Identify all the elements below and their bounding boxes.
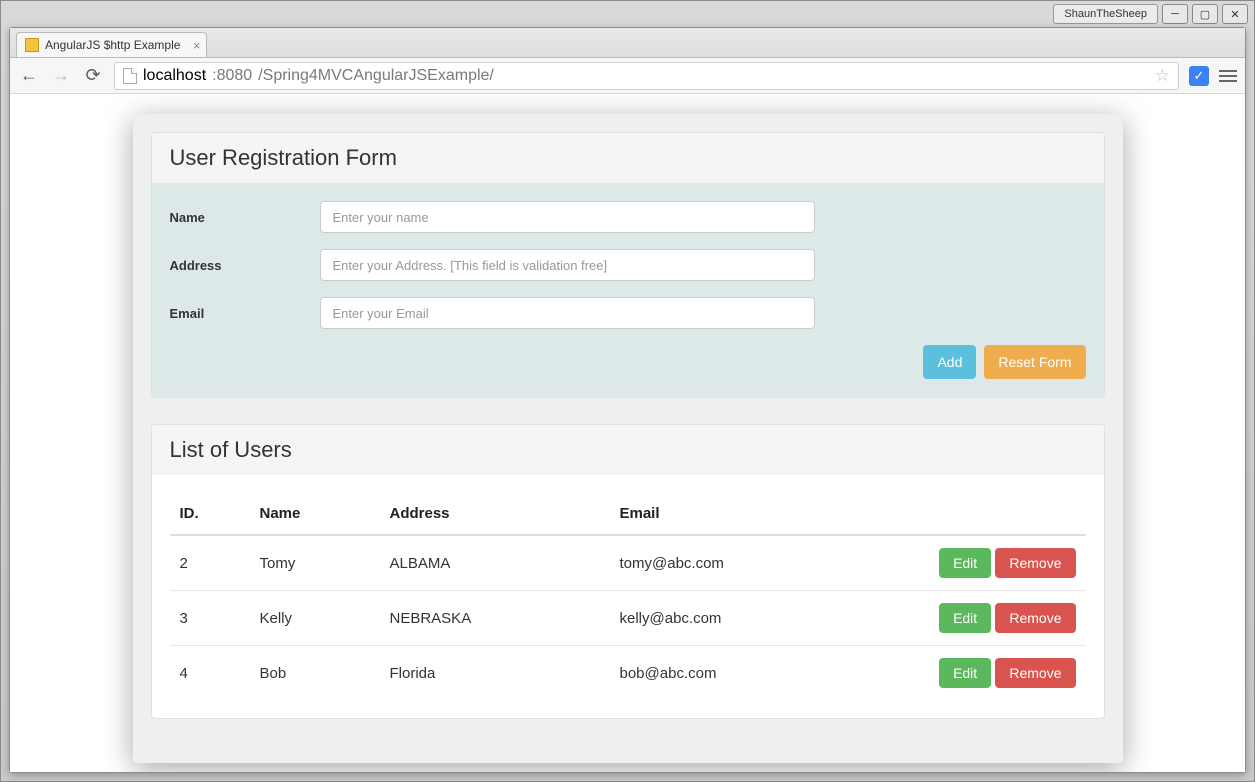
os-window: ShaunTheSheep ─ ▢ ✕ AngularJS $http Exam… xyxy=(0,0,1255,782)
edit-button[interactable]: Edit xyxy=(939,658,991,688)
email-label: Email xyxy=(170,306,320,321)
close-tab-icon[interactable]: × xyxy=(193,38,201,53)
close-window-button[interactable]: ✕ xyxy=(1222,4,1248,24)
cell-name: Tomy xyxy=(250,535,380,591)
page-viewport: User Registration Form Name Address Emai… xyxy=(10,94,1245,772)
url-port: :8080 xyxy=(212,67,252,85)
table-row: 4BobFloridabob@abc.comEdit Remove xyxy=(170,646,1086,701)
form-row-name: Name xyxy=(170,201,1086,233)
table-row: 2TomyALBAMAtomy@abc.comEdit Remove xyxy=(170,535,1086,591)
cell-address: Florida xyxy=(380,646,610,701)
email-input[interactable] xyxy=(320,297,815,329)
browser-window: AngularJS $http Example × ← → ⟳ localhos… xyxy=(9,27,1246,773)
tab-title: AngularJS $http Example xyxy=(45,38,180,52)
remove-button[interactable]: Remove xyxy=(995,603,1075,633)
maximize-button[interactable]: ▢ xyxy=(1192,4,1218,24)
cell-id: 3 xyxy=(170,591,250,646)
page-container: User Registration Form Name Address Emai… xyxy=(133,114,1123,763)
cell-email: bob@abc.com xyxy=(610,646,906,701)
toolbar: ← → ⟳ localhost :8080/Spring4MVCAngularJS… xyxy=(10,58,1245,94)
cell-actions: Edit Remove xyxy=(906,591,1086,646)
users-title: List of Users xyxy=(152,425,1104,475)
registration-panel: User Registration Form Name Address Emai… xyxy=(151,132,1105,398)
th-email: Email xyxy=(610,493,906,535)
form-body: Name Address Email Add xyxy=(152,183,1104,397)
url-host: localhost xyxy=(143,67,206,85)
hamburger-menu-icon[interactable] xyxy=(1219,70,1237,82)
address-label: Address xyxy=(170,258,320,273)
users-table: ID. Name Address Email 2TomyALBAMAtomy@a… xyxy=(170,493,1086,700)
back-button[interactable]: ← xyxy=(18,65,40,86)
cell-name: Kelly xyxy=(250,591,380,646)
forward-button[interactable]: → xyxy=(50,65,72,86)
th-name: Name xyxy=(250,493,380,535)
edit-button[interactable]: Edit xyxy=(939,548,991,578)
table-header-row: ID. Name Address Email xyxy=(170,493,1086,535)
form-actions: Add Reset Form xyxy=(170,345,1086,379)
url-path: /Spring4MVCAngularJSExample/ xyxy=(258,67,494,85)
os-app-name: ShaunTheSheep xyxy=(1053,4,1158,24)
form-row-email: Email xyxy=(170,297,1086,329)
users-panel: List of Users ID. Name Address Email xyxy=(151,424,1105,719)
table-row: 3KellyNEBRASKAkelly@abc.comEdit Remove xyxy=(170,591,1086,646)
favicon-icon xyxy=(25,38,39,52)
remove-button[interactable]: Remove xyxy=(995,548,1075,578)
cell-actions: Edit Remove xyxy=(906,535,1086,591)
bookmark-star-icon[interactable]: ☆ xyxy=(1155,66,1170,86)
form-row-address: Address xyxy=(170,249,1086,281)
users-body: ID. Name Address Email 2TomyALBAMAtomy@a… xyxy=(152,475,1104,718)
address-input[interactable] xyxy=(320,249,815,281)
remove-button[interactable]: Remove xyxy=(995,658,1075,688)
th-id: ID. xyxy=(170,493,250,535)
edit-button[interactable]: Edit xyxy=(939,603,991,633)
os-titlebar: ShaunTheSheep ─ ▢ ✕ xyxy=(1053,4,1248,24)
tab-strip: AngularJS $http Example × xyxy=(10,28,1245,58)
url-input[interactable]: localhost :8080/Spring4MVCAngularJSExampl… xyxy=(114,62,1179,90)
cell-email: tomy@abc.com xyxy=(610,535,906,591)
cell-email: kelly@abc.com xyxy=(610,591,906,646)
name-input[interactable] xyxy=(320,201,815,233)
reload-button[interactable]: ⟳ xyxy=(82,65,104,86)
reset-form-button[interactable]: Reset Form xyxy=(984,345,1085,379)
th-address: Address xyxy=(380,493,610,535)
cell-name: Bob xyxy=(250,646,380,701)
cell-address: NEBRASKA xyxy=(380,591,610,646)
page-icon xyxy=(123,68,137,84)
form-title: User Registration Form xyxy=(152,133,1104,183)
th-actions xyxy=(906,493,1086,535)
name-label: Name xyxy=(170,210,320,225)
cell-address: ALBAMA xyxy=(380,535,610,591)
cell-actions: Edit Remove xyxy=(906,646,1086,701)
add-button[interactable]: Add xyxy=(923,345,976,379)
cell-id: 2 xyxy=(170,535,250,591)
cell-id: 4 xyxy=(170,646,250,701)
browser-tab[interactable]: AngularJS $http Example × xyxy=(16,32,207,57)
extension-icon[interactable]: ✓ xyxy=(1189,66,1209,86)
minimize-button[interactable]: ─ xyxy=(1162,4,1188,24)
